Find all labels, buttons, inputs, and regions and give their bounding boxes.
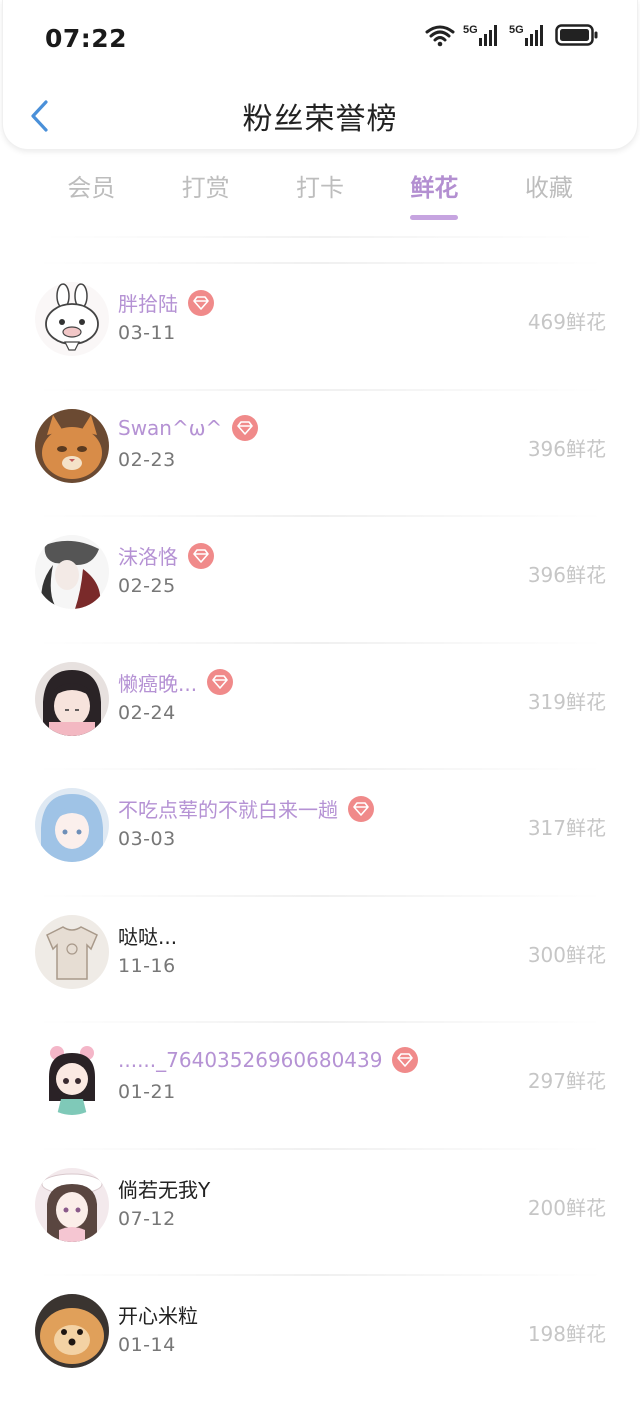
page: 07:22 5G 5G 粉丝荣誉榜 会员 打赏 打卡 鲜花 收藏 胖拾陆 03-… [0, 0, 640, 1421]
tab-tipping[interactable]: 打赏 [148, 168, 262, 218]
name-line: 不吃点荤的不就白来一趟 [118, 794, 374, 823]
divider [34, 388, 606, 391]
date: 02-25 [118, 575, 176, 597]
avatar[interactable] [35, 282, 109, 356]
flower-count: 200鲜花 [527, 1195, 606, 1220]
avatar[interactable] [35, 535, 109, 609]
avatar[interactable] [35, 914, 109, 989]
signal-5g-icon: 5G [463, 24, 497, 46]
fan-name[interactable]: 沫洛恪 [118, 541, 178, 570]
flower-count: 396鲜花 [527, 563, 606, 587]
tab-label: 打卡 [296, 174, 345, 202]
fan-name[interactable]: 不吃点荤的不就白来一趟 [118, 794, 338, 823]
fan-name[interactable]: Swan^ω^ [118, 416, 222, 440]
date: 02-24 [118, 701, 176, 724]
avatar[interactable] [35, 1167, 109, 1242]
flower-count: 469鲜花 [527, 310, 606, 334]
tab-label: 鲜花 [410, 174, 459, 202]
divider [34, 1021, 606, 1023]
name-line: 沫洛恪 [118, 541, 214, 570]
flower-count: 300鲜花 [527, 942, 606, 967]
list-item[interactable]: 哒哒... 11-16 300鲜花 [0, 891, 640, 1018]
diamond-icon [348, 795, 374, 822]
name-line: 哒哒... [118, 921, 177, 950]
divider [34, 1274, 606, 1276]
flower-count: 297鲜花 [527, 1069, 606, 1093]
status-time: 07:22 [45, 24, 128, 53]
header-card: 07:22 5G 5G 粉丝荣誉榜 [2, 0, 638, 150]
divider [34, 894, 606, 897]
tab-flowers[interactable]: 鲜花 [377, 168, 491, 220]
flower-count: 198鲜花 [527, 1322, 606, 1346]
list-item[interactable]: 开心米粒 01-14 198鲜花 [0, 1270, 640, 1397]
active-tab-indicator [410, 215, 459, 220]
network-label: 5G [463, 24, 478, 36]
date: 01-14 [118, 1334, 176, 1356]
tab-label: 打赏 [181, 174, 230, 202]
diamond-icon [188, 289, 214, 316]
diamond-icon [188, 542, 214, 569]
tab-checkin[interactable]: 打卡 [263, 168, 377, 218]
divider [34, 262, 606, 264]
avatar[interactable] [35, 1294, 109, 1368]
divider [34, 515, 606, 517]
fan-name[interactable]: 胖拾陆 [118, 288, 178, 317]
tabs-divider [40, 236, 600, 238]
list-item[interactable]: ......_76403526960680439 01-21 297鲜花 [0, 1017, 640, 1144]
date: 03-03 [118, 828, 176, 850]
date: 02-23 [118, 448, 176, 471]
name-line: ......_76403526960680439 [118, 1047, 419, 1073]
flower-count: 396鲜花 [527, 436, 606, 461]
flower-count: 317鲜花 [527, 816, 606, 840]
name-line: Swan^ω^ [118, 414, 259, 441]
list-item[interactable]: 胖拾陆 03-11 469鲜花 [0, 258, 640, 385]
list-item[interactable]: 沫洛恪 02-25 396鲜花 [0, 511, 640, 638]
avatar[interactable] [35, 1041, 109, 1115]
fan-name[interactable]: 懒癌晚... [118, 668, 197, 697]
date: 03-11 [118, 322, 176, 344]
tab-label: 收藏 [524, 174, 573, 202]
diamond-icon [232, 414, 259, 441]
page-title: 粉丝荣誉榜 [242, 102, 398, 137]
divider [34, 1147, 606, 1150]
divider [34, 768, 606, 770]
tab-favorites[interactable]: 收藏 [492, 168, 606, 218]
date: 07-12 [118, 1207, 176, 1230]
network-label-2: 5G [509, 24, 524, 36]
name-line: 倘若无我Y [118, 1174, 210, 1203]
name-line: 开心米粒 [118, 1300, 198, 1329]
list-item[interactable]: 不吃点荤的不就白来一趟 03-03 317鲜花 [0, 764, 640, 891]
diamond-icon [392, 1047, 419, 1073]
diamond-icon [207, 669, 234, 695]
fan-name[interactable]: 哒哒... [118, 921, 177, 950]
date: 01-21 [118, 1081, 176, 1103]
wifi-icon [425, 25, 455, 47]
tab-label: 会员 [67, 174, 116, 202]
flower-count: 319鲜花 [527, 689, 606, 714]
list-item[interactable]: 倘若无我Y 07-12 200鲜花 [0, 1144, 640, 1271]
fan-name[interactable]: 开心米粒 [118, 1300, 198, 1329]
fan-name[interactable]: 倘若无我Y [118, 1174, 210, 1203]
tab-membership[interactable]: 会员 [34, 168, 148, 218]
avatar[interactable] [35, 788, 109, 862]
list-item[interactable]: Swan^ω^ 02-23 396鲜花 [0, 385, 640, 512]
avatar[interactable] [35, 661, 109, 736]
signal-5g-icon-2: 5G [509, 24, 543, 46]
divider [34, 641, 606, 644]
name-line: 懒癌晚... [118, 668, 234, 697]
tab-bar: 会员 打赏 打卡 鲜花 收藏 [34, 168, 606, 220]
status-icons: 5G 5G [425, 22, 599, 48]
fan-ranking-list: 胖拾陆 03-11 469鲜花 Swan^ω^ 02-23 396鲜花 沫洛恪 … [0, 258, 640, 1397]
avatar[interactable] [35, 408, 109, 483]
list-item[interactable]: 懒癌晚... 02-24 319鲜花 [0, 638, 640, 765]
fan-name[interactable]: ......_76403526960680439 [118, 1048, 382, 1072]
name-line: 胖拾陆 [118, 288, 214, 317]
date: 11-16 [118, 954, 176, 977]
battery-icon [555, 24, 598, 46]
